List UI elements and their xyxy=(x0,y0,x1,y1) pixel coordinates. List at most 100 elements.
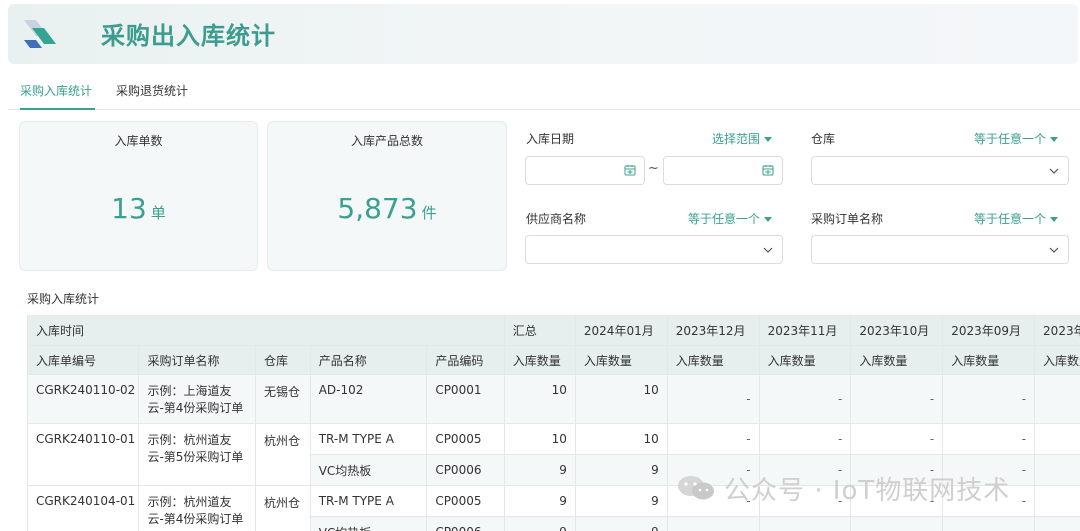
table-header-row: 入库时间 汇总 2024年01月 2023年12月 2023年11月 2023年… xyxy=(27,315,1080,346)
cell-product: VC均热板 xyxy=(309,454,428,486)
stat-label: 入库单数 xyxy=(114,134,163,148)
cell-product: TR-M TYPE A xyxy=(309,485,428,517)
table-row[interactable]: CGRK240110-02 示例：上海道友云-第4份采购订单 无锡仓 AD-10… xyxy=(27,374,1080,424)
month-header: 2023年10月 xyxy=(850,315,944,346)
supplier-select[interactable] xyxy=(525,235,783,264)
active-tab-indicator xyxy=(20,108,95,110)
cell-qty xyxy=(1034,454,1080,486)
cell-qty: 9 xyxy=(574,454,668,486)
cell-qty: - xyxy=(758,374,852,424)
cell-qty xyxy=(1034,374,1080,424)
cell-order: 示例：杭州道友云-第4份采购订单 xyxy=(138,485,257,531)
chevron-down-icon xyxy=(1049,247,1059,253)
cell-order: 示例：杭州道友云-第5份采购订单 xyxy=(138,423,257,486)
cell-qty: 9 xyxy=(574,516,668,531)
watermark: 公众号 · IoT物联网技术 xyxy=(676,470,1010,506)
caret-down-icon xyxy=(1050,137,1059,142)
cell-total: 10 xyxy=(503,423,576,455)
column-header[interactable]: 入库数量 xyxy=(1034,345,1080,375)
cell-pcode: CP0005 xyxy=(426,485,505,517)
cell-code: CGRK240104-01 xyxy=(27,485,140,531)
order-select[interactable] xyxy=(811,235,1069,264)
month-header: 2023年08 xyxy=(1034,315,1080,346)
wechat-icon xyxy=(678,476,714,500)
stat-card-inbound-count: 入库单数 13 单 xyxy=(19,121,258,271)
stat-unit: 单 xyxy=(150,204,166,222)
calendar-icon xyxy=(762,165,774,176)
table-subheader-row: 入库单编号 采购订单名称 仓库 产品名称 产品编码 入库数量 入库数量 入库数量… xyxy=(27,345,1080,375)
cell-total: 9 xyxy=(503,454,576,486)
column-header[interactable]: 产品编码 xyxy=(426,345,505,375)
cell-pcode: CP0006 xyxy=(426,454,505,486)
tab-purchase-inbound[interactable]: 采购入库统计 xyxy=(20,82,92,99)
column-header[interactable]: 采购订单名称 xyxy=(138,345,257,375)
cell-qty: - xyxy=(942,374,1036,424)
cell-code: CGRK240110-01 xyxy=(27,423,140,486)
cell-product: TR-M TYPE A xyxy=(309,423,428,455)
cell-pcode: CP0005 xyxy=(426,423,505,455)
column-header[interactable]: 仓库 xyxy=(255,345,311,375)
date-start-input[interactable] xyxy=(525,156,645,185)
tab-purchase-return[interactable]: 采购退货统计 xyxy=(116,82,188,99)
cell-qty: - xyxy=(666,423,760,455)
warehouse-select[interactable] xyxy=(811,156,1069,185)
month-header: 2023年09月 xyxy=(942,315,1036,346)
warehouse-filter-label: 仓库 xyxy=(811,132,836,146)
supplier-filter-mode-dropdown[interactable]: 等于任意一个 xyxy=(688,210,773,227)
column-header[interactable]: 入库单编号 xyxy=(27,345,140,375)
cell-qty xyxy=(1034,516,1080,531)
stat-label: 入库产品总数 xyxy=(350,134,423,148)
app-logo-icon xyxy=(24,20,56,48)
cell-qty: 9 xyxy=(574,485,668,517)
column-header[interactable]: 入库数量 xyxy=(666,345,760,375)
column-header[interactable]: 产品名称 xyxy=(309,345,428,375)
date-filter-label: 入库日期 xyxy=(526,132,575,146)
cell-qty: - xyxy=(850,374,944,424)
cell-qty: - xyxy=(850,423,944,455)
column-header[interactable]: 入库数量 xyxy=(503,345,576,375)
group-header: 入库时间 xyxy=(27,315,505,346)
caret-down-icon xyxy=(764,217,773,222)
caret-down-icon xyxy=(1050,217,1059,222)
month-header: 2023年12月 xyxy=(666,315,760,346)
summary-header: 汇总 xyxy=(503,315,576,346)
table-row[interactable]: CGRK240110-01 示例：杭州道友云-第5份采购订单 杭州仓 TR-M … xyxy=(27,423,1080,486)
column-header[interactable]: 入库数量 xyxy=(574,345,668,375)
cell-total: 9 xyxy=(503,516,576,531)
column-header[interactable]: 入库数量 xyxy=(942,345,1036,375)
cell-qty: 10 xyxy=(574,374,668,424)
cell-product: AD-102 xyxy=(309,374,428,424)
cell-qty: 10 xyxy=(574,423,668,455)
date-filter-mode-dropdown[interactable]: 选择范围 xyxy=(712,130,773,147)
cell-qty xyxy=(666,516,760,531)
cell-pcode: CP0006 xyxy=(426,516,505,531)
month-header: 2023年11月 xyxy=(758,315,852,346)
column-header[interactable]: 入库数量 xyxy=(758,345,852,375)
cell-warehouse: 无锡仓 xyxy=(255,374,311,424)
date-range-separator: ~ xyxy=(648,161,659,176)
stat-card-product-total: 入库产品总数 5,873 件 xyxy=(267,121,507,271)
chevron-down-icon xyxy=(1049,168,1059,174)
cell-qty xyxy=(758,516,852,531)
cell-qty xyxy=(1034,485,1080,517)
cell-warehouse: 杭州仓 xyxy=(255,423,311,486)
watermark-text: 公众号 · IoT物联网技术 xyxy=(724,475,1011,506)
date-end-input[interactable] xyxy=(663,156,783,185)
cell-qty: - xyxy=(758,423,852,455)
stat-value: 5,873 件 xyxy=(268,192,506,225)
warehouse-filter-mode-dropdown[interactable]: 等于任意一个 xyxy=(974,130,1059,147)
section-title: 采购入库统计 xyxy=(27,292,100,306)
cell-qty xyxy=(942,516,1036,531)
caret-down-icon xyxy=(764,137,773,142)
stat-value: 13 单 xyxy=(20,192,257,225)
cell-warehouse: 杭州仓 xyxy=(255,485,311,531)
supplier-filter-label: 供应商名称 xyxy=(526,212,587,226)
cell-qty: - xyxy=(666,374,760,424)
column-header[interactable]: 入库数量 xyxy=(850,345,944,375)
cell-product: VC均热板 xyxy=(309,516,428,531)
order-filter-mode-dropdown[interactable]: 等于任意一个 xyxy=(974,210,1059,227)
page-title: 采购出入库统计 xyxy=(101,22,276,50)
order-filter-label: 采购订单名称 xyxy=(811,212,884,226)
month-header: 2024年01月 xyxy=(574,315,668,346)
cell-total: 10 xyxy=(503,374,576,424)
